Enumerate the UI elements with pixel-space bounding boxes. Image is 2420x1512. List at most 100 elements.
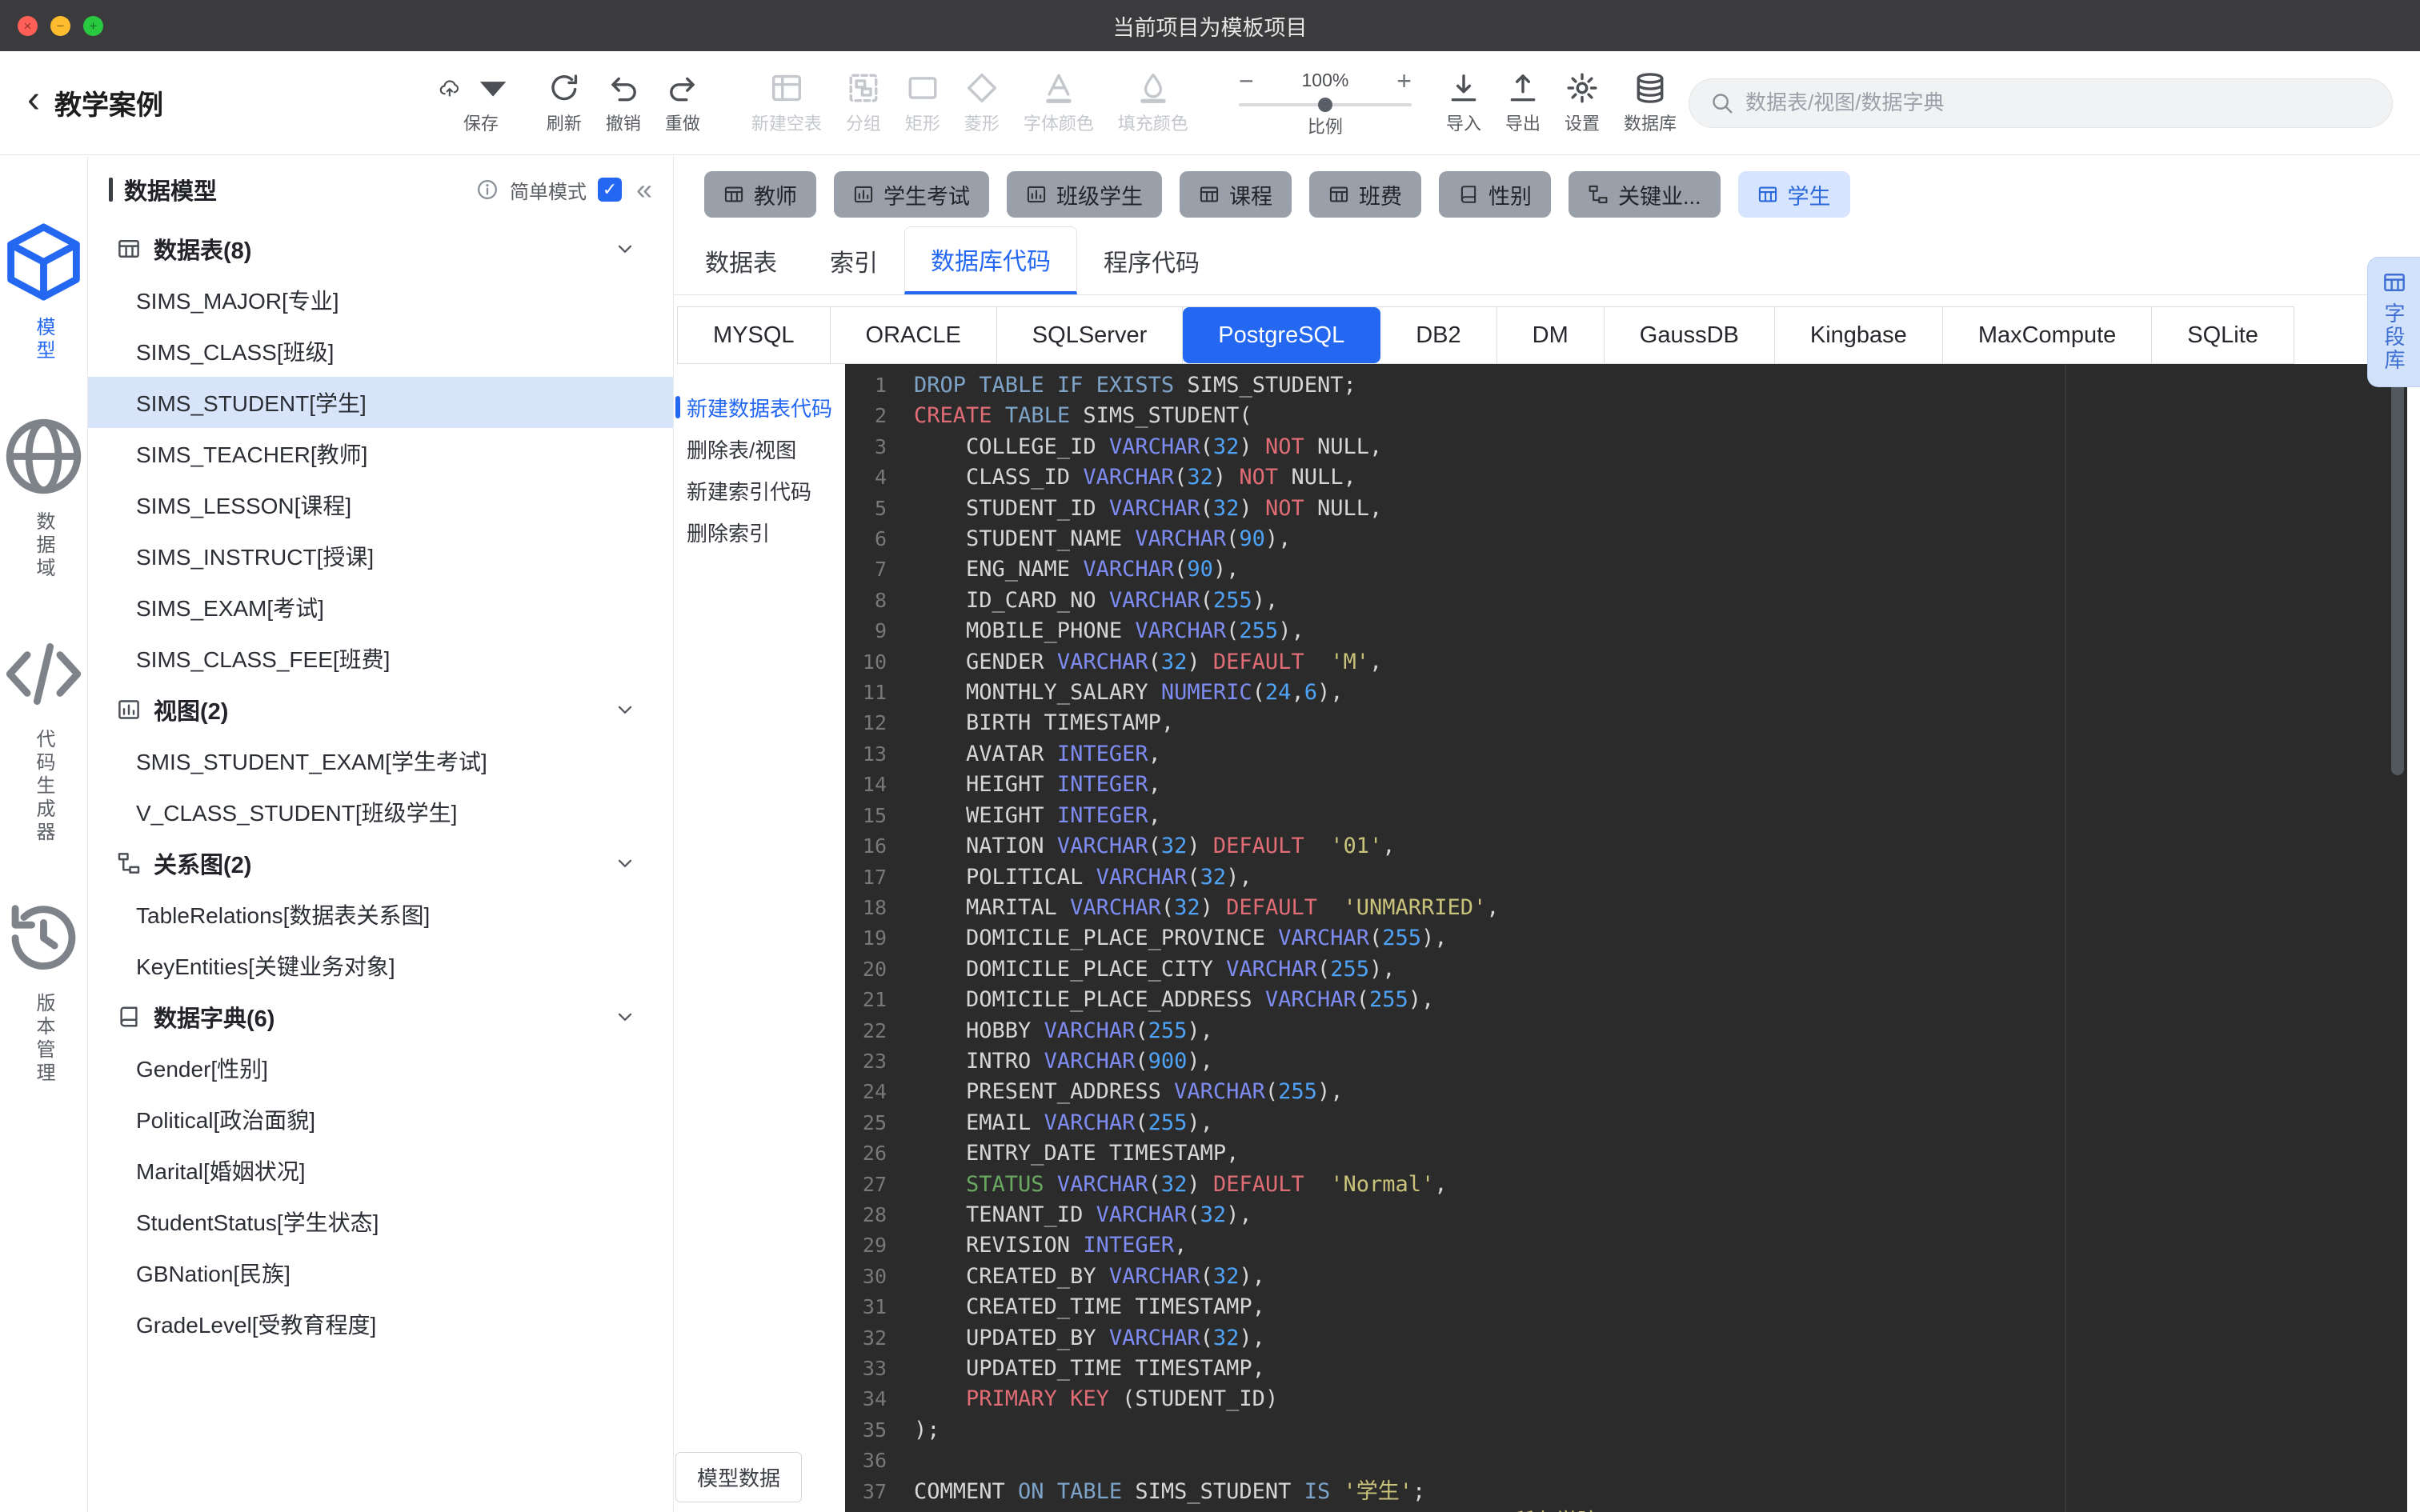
dialect-tab-kingbase[interactable]: Kingbase <box>1775 307 1943 363</box>
zoom-in-button[interactable]: + <box>1396 68 1412 94</box>
toolbar-button-refresh[interactable]: 刷新 <box>535 65 594 142</box>
tab-程序代码[interactable]: 程序代码 <box>1077 226 1226 294</box>
tab-索引[interactable]: 索引 <box>803 226 904 294</box>
tree-item[interactable]: SIMS_CLASS_FEE[班费] <box>88 633 673 684</box>
toolbar-button-font-color[interactable]: 字体颜色 <box>1012 65 1106 142</box>
table-icon <box>1757 184 1778 205</box>
code-line: 33 UPDATED_TIME TIMESTAMP, <box>845 1354 2407 1384</box>
editor-scrollbar[interactable] <box>2391 375 2404 775</box>
code-line: 20 DOMICILE_PLACE_CITY VARCHAR(255), <box>845 954 2407 985</box>
dialect-tab-sqlite[interactable]: SQLite <box>2152 307 2294 363</box>
tree-item[interactable]: SIMS_TEACHER[教师] <box>88 428 673 479</box>
chevron-down-icon[interactable] <box>614 238 636 260</box>
toolbar-button-import[interactable]: 导入 <box>1434 65 1493 142</box>
close-button[interactable]: × <box>18 15 38 36</box>
relation-icon <box>117 851 141 875</box>
code-nav-item[interactable]: 删除表/视图 <box>674 428 845 470</box>
dialect-tab-dm[interactable]: DM <box>1497 307 1605 363</box>
tree-item[interactable]: GBNation[民族] <box>88 1247 673 1298</box>
zoom-out-button[interactable]: − <box>1239 68 1254 94</box>
toolbar-button-fill-color[interactable]: 填充颜色 <box>1106 65 1200 142</box>
tree-item[interactable]: Gender[性别] <box>88 1042 673 1094</box>
tree-item[interactable]: TableRelations[数据表关系图] <box>88 889 673 940</box>
dropdown-caret-icon[interactable] <box>463 58 523 117</box>
tree-section-0[interactable]: 数据表(8) <box>88 223 673 274</box>
code-editor[interactable]: 1 DROP TABLE IF EXISTS SIMS_STUDENT; 2 CREA… <box>845 364 2407 1512</box>
entity-chip[interactable]: 性别 <box>1439 171 1551 218</box>
toolbar-button-cloud-save[interactable]: 保存 <box>427 65 535 142</box>
chevron-down-icon[interactable] <box>614 852 636 874</box>
dialect-tab-mysql[interactable]: MYSQL <box>678 307 831 363</box>
tree-item[interactable]: SIMS_MAJOR[专业] <box>88 274 673 326</box>
toolbar-button-export[interactable]: 导出 <box>1493 65 1553 142</box>
rail-item-version[interactable]: 版本管理 <box>0 894 87 1086</box>
line-number: 27 <box>862 1172 887 1196</box>
code-line: 21 DOMICILE_PLACE_ADDRESS VARCHAR(255), <box>845 985 2407 1015</box>
toolbar-button-label: 新建空表 <box>751 113 822 134</box>
tree-section-2[interactable]: 关系图(2) <box>88 838 673 889</box>
toolbar-button-rect[interactable]: 矩形 <box>893 65 952 142</box>
toolbar-button-undo[interactable]: 撤销 <box>594 65 653 142</box>
dialect-tab-db2[interactable]: DB2 <box>1380 307 1497 363</box>
tree-section-1[interactable]: 视图(2) <box>88 684 673 735</box>
search-box[interactable] <box>1689 78 2393 128</box>
tab-数据表[interactable]: 数据表 <box>679 226 803 294</box>
tree-item[interactable]: SIMS_EXAM[考试] <box>88 582 673 633</box>
tab-数据库代码[interactable]: 数据库代码 <box>904 226 1077 294</box>
dialect-tab-maxcompute[interactable]: MaxCompute <box>1943 307 2153 363</box>
tree-item[interactable]: Marital[婚姻状况] <box>88 1145 673 1196</box>
dialect-tab-postgresql[interactable]: PostgreSQL <box>1183 307 1381 363</box>
search-input[interactable] <box>1745 90 2371 115</box>
collapse-sidebar-button[interactable]: « <box>636 175 652 204</box>
entity-chip[interactable]: 课程 <box>1180 171 1292 218</box>
dialect-tab-oracle[interactable]: ORACLE <box>831 307 997 363</box>
tree-item[interactable]: GradeLevel[受教育程度] <box>88 1298 673 1350</box>
tree-item[interactable]: KeyEntities[关键业务对象] <box>88 940 673 991</box>
tree-item[interactable]: SIMS_LESSON[课程] <box>88 479 673 530</box>
entity-chip[interactable]: 教师 <box>704 171 816 218</box>
simple-mode-checkbox[interactable]: ✓ <box>597 178 622 202</box>
rail-item-code-gen[interactable]: 代码生成器 <box>0 630 87 845</box>
dialect-tab-gaussdb[interactable]: GaussDB <box>1605 307 1775 363</box>
toolbar-button-redo[interactable]: 重做 <box>653 65 712 142</box>
fullscreen-button[interactable]: + <box>83 15 103 36</box>
workspace: 新建数据表代码 删除表/视图 新建索引代码 删除索引 模型数据 1 DROP TABLE… <box>674 364 2420 1512</box>
entity-chip[interactable]: 学生 <box>1737 171 1850 218</box>
line-number: 17 <box>862 865 887 889</box>
back-button[interactable]: ‹ <box>27 80 40 119</box>
chevron-down-icon[interactable] <box>614 1006 636 1028</box>
tree-item[interactable]: Political[政治面貌] <box>88 1094 673 1145</box>
model-data-button[interactable]: 模型数据 <box>675 1452 803 1502</box>
tree-section-3[interactable]: 数据字典(6) <box>88 991 673 1042</box>
toolbar-button-group[interactable]: 分组 <box>834 65 893 142</box>
toolbar-button-new-table[interactable]: 新建空表 <box>739 65 834 142</box>
rail-item-globe[interactable]: 数据域 <box>0 413 87 581</box>
toolbar-button-settings[interactable]: 设置 <box>1553 65 1612 142</box>
zoom-slider-thumb[interactable] <box>1317 97 1332 112</box>
entity-chip-label: 学生 <box>1787 184 1831 209</box>
tree-item[interactable]: V_CLASS_STUDENT[班级学生] <box>88 786 673 838</box>
zoom-slider[interactable] <box>1238 97 1412 112</box>
dialect-tab-sqlserver[interactable]: SQLServer <box>997 307 1184 363</box>
info-icon[interactable] <box>476 178 499 201</box>
tree-item[interactable]: SMIS_STUDENT_EXAM[学生考试] <box>88 735 673 786</box>
tree-item[interactable]: StudentStatus[学生状态] <box>88 1196 673 1247</box>
code-nav-item[interactable]: 新建索引代码 <box>674 470 845 511</box>
code-nav-item[interactable]: 新建数据表代码 <box>674 386 845 428</box>
field-library-button[interactable]: 字段库 <box>2367 257 2420 387</box>
tree-item[interactable]: SIMS_CLASS[班级] <box>88 326 673 377</box>
entity-chip[interactable]: 关键业... <box>1569 171 1721 218</box>
code-nav-item[interactable]: 删除索引 <box>674 511 845 553</box>
minimize-button[interactable]: − <box>50 15 70 36</box>
entity-chip[interactable]: 班费 <box>1309 171 1421 218</box>
chevron-down-icon[interactable] <box>614 698 636 721</box>
entity-chip[interactable]: 班级学生 <box>1007 171 1162 218</box>
toolbar-button-database[interactable]: 数据库 <box>1612 65 1689 142</box>
entity-chip-label: 性别 <box>1488 184 1532 209</box>
toolbar-button-diamond[interactable]: 菱形 <box>952 65 1012 142</box>
tree-item[interactable]: SIMS_STUDENT[学生] <box>88 377 673 428</box>
table-icon <box>1199 184 1220 205</box>
rail-item-model-cube[interactable]: 模型 <box>0 218 87 363</box>
tree-item[interactable]: SIMS_INSTRUCT[授课] <box>88 530 673 582</box>
entity-chip[interactable]: 学生考试 <box>834 171 989 218</box>
